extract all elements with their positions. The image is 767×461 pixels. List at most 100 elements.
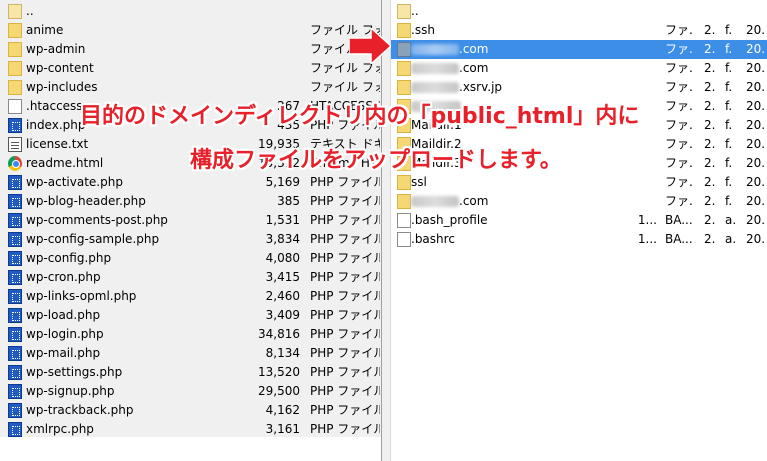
file-size: 2,460 xyxy=(265,289,300,303)
file-column-2: 2. xyxy=(704,42,716,56)
file-column-3: f. xyxy=(725,61,733,75)
file-row[interactable]: wp-load.php 3,409 PHP ファイル xyxy=(0,306,381,325)
file-column-3: f. xyxy=(725,42,733,56)
file-row[interactable]: wp-cron.php 3,415 PHP ファイル xyxy=(0,268,381,287)
file-type: PHP ファイル xyxy=(310,384,380,398)
file-name: .com xyxy=(411,59,488,78)
parent-directory-row[interactable]: .. xyxy=(0,2,381,21)
file-column-4: 20... xyxy=(746,194,766,208)
file-name: wp-comments-post.php xyxy=(26,213,168,227)
file-column-3: a. xyxy=(725,213,737,227)
file-column-2: 2. xyxy=(704,61,716,75)
file-name-text: .com xyxy=(459,194,489,208)
file-row[interactable]: .xsrv.jp ファ... 2. f. 20... xyxy=(391,78,767,97)
file-row[interactable]: wp-includes ファイル フォルダー xyxy=(0,78,381,97)
php-file-icon xyxy=(8,232,22,247)
file-row[interactable]: wp-signup.php 29,500 PHP ファイル xyxy=(0,382,381,401)
php-file-icon xyxy=(8,346,22,361)
file-size: 4,162 xyxy=(265,403,300,417)
file-row-selected[interactable]: .com ファ... 2. f. 20... xyxy=(391,40,767,59)
file-type: PHP ファイル xyxy=(310,194,380,208)
php-file-icon xyxy=(8,289,22,304)
file-name: index.php xyxy=(26,118,86,132)
file-column-2: 2. xyxy=(704,213,716,227)
file-column-2: 2. xyxy=(704,80,716,94)
php-file-icon xyxy=(8,251,22,266)
file-size: 3,834 xyxy=(265,232,300,246)
file-column-4: 20... xyxy=(746,42,766,56)
file-column-4: 20... xyxy=(746,156,766,170)
pane-splitter[interactable] xyxy=(381,0,391,461)
file-name: wp-cron.php xyxy=(26,270,101,284)
folder-icon xyxy=(397,194,411,209)
file-name: readme.html xyxy=(26,156,104,170)
file-type: ファ... xyxy=(665,23,693,37)
text-file-icon xyxy=(8,137,22,152)
file-name: wp-trackback.php xyxy=(26,403,134,417)
local-list-empty-area[interactable] xyxy=(0,437,381,461)
file-row[interactable]: ssl ファ... 2. f. 20... xyxy=(391,173,767,192)
file-row[interactable]: wp-config.php 4,080 PHP ファイル xyxy=(0,249,381,268)
file-name-text: .com xyxy=(459,42,489,56)
file-column-3: f. xyxy=(725,23,733,37)
file-name: .xsrv.jp xyxy=(411,78,502,97)
parent-directory-row[interactable]: .. xyxy=(391,2,767,21)
remote-file-list[interactable]: .. .ssh ファ... 2. f. 20... .com ファ... 2. f. 20....… xyxy=(391,0,767,461)
file-row[interactable]: .bash_profile 1... BA... 2. a. 20... xyxy=(391,211,767,230)
file-size: 1... xyxy=(637,232,657,246)
file-name: .bashrc xyxy=(411,230,455,249)
redacted-text xyxy=(411,63,459,74)
file-column-2: 2. xyxy=(704,156,716,170)
local-file-list[interactable]: .. animeファイル フォルダーwp-adminファイル フォルダーwp-c… xyxy=(0,0,381,461)
file-type: PHP ファイル xyxy=(310,232,380,246)
file-row[interactable]: wp-activate.php 5,169 PHP ファイル xyxy=(0,173,381,192)
file-row[interactable]: wp-login.php 34,816 PHP ファイル xyxy=(0,325,381,344)
file-name: .ssh xyxy=(411,21,435,40)
file-name: ssl xyxy=(411,173,427,192)
file-column-2: 2. xyxy=(704,194,716,208)
file-name: wp-activate.php xyxy=(26,175,123,189)
file-column-3: a. xyxy=(725,232,737,246)
file-row[interactable]: .ssh ファ... 2. f. 20... xyxy=(391,21,767,40)
file-row[interactable]: wp-mail.php 8,134 PHP ファイル xyxy=(0,344,381,363)
file-size: 34,816 xyxy=(258,327,300,341)
file-type: PHP ファイル xyxy=(310,175,380,189)
folder-icon xyxy=(8,42,22,57)
file-type: PHP ファイル xyxy=(310,213,380,227)
file-type: PHP ファイル xyxy=(310,289,380,303)
file-row[interactable]: wp-adminファイル フォルダー xyxy=(0,40,381,59)
folder-icon xyxy=(8,61,22,76)
file-row[interactable]: .com ファ... 2. f. 20... xyxy=(391,59,767,78)
file-column-2: 2. xyxy=(704,23,716,37)
file-type: ファ... xyxy=(665,137,693,151)
file-name-text: .com xyxy=(459,61,489,75)
file-type: PHP ファイル xyxy=(310,365,380,379)
php-file-icon xyxy=(8,270,22,285)
file-name: wp-blog-header.php xyxy=(26,194,146,208)
folder-icon xyxy=(8,4,22,19)
file-column-4: 20... xyxy=(746,99,766,113)
file-row[interactable]: wp-links-opml.php 2,460 PHP ファイル xyxy=(0,287,381,306)
file-name: license.txt xyxy=(26,137,89,151)
file-row[interactable]: .com ファ... 2. f. 20... xyxy=(391,192,767,211)
file-row[interactable]: animeファイル フォルダー xyxy=(0,21,381,40)
redacted-text xyxy=(411,44,459,55)
file-icon xyxy=(397,232,411,247)
file-row[interactable]: wp-config-sample.php 3,834 PHP ファイル xyxy=(0,230,381,249)
file-column-3: f. xyxy=(725,118,733,132)
file-name: wp-includes xyxy=(26,80,98,94)
red-arrow-icon xyxy=(349,28,391,64)
file-row[interactable]: wp-blog-header.php 385 PHP ファイル xyxy=(0,192,381,211)
folder-icon xyxy=(397,4,411,19)
file-row[interactable]: .bashrc 1... BA... 2. a. 20... xyxy=(391,230,767,249)
file-type: ファ... xyxy=(665,80,693,94)
file-row[interactable]: wp-comments-post.php 1,531 PHP ファイル xyxy=(0,211,381,230)
file-row[interactable]: wp-settings.php 13,520 PHP ファイル xyxy=(0,363,381,382)
file-column-3: f. xyxy=(725,137,733,151)
php-file-icon xyxy=(8,118,22,133)
folder-icon xyxy=(397,80,411,95)
file-column-2: 2. xyxy=(704,175,716,189)
file-name: wp-login.php xyxy=(26,327,104,341)
file-row[interactable]: wp-trackback.php 4,162 PHP ファイル xyxy=(0,401,381,420)
file-row[interactable]: wp-contentファイル フォルダー xyxy=(0,59,381,78)
